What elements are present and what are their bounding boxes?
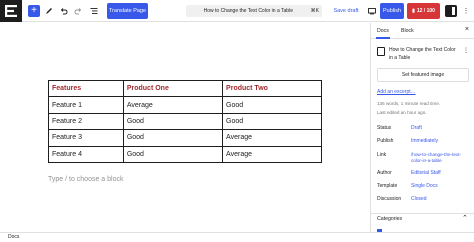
set-featured-image-button[interactable]: Set featured image (377, 68, 469, 82)
word-count-text: 136 words, 1 minute read time. (377, 101, 441, 106)
discussion-label: Discussion (377, 196, 402, 202)
command-shortcut: ⌘K (310, 8, 319, 14)
discussion-value[interactable]: Closed (411, 196, 427, 202)
author-value[interactable]: Editorial Staff (411, 170, 441, 176)
tab-docs[interactable]: Docs (376, 28, 390, 39)
table-cell[interactable]: Feature 3 (48, 129, 124, 147)
editor-footer: Docs (0, 232, 474, 242)
publish-label: Publish (377, 138, 394, 144)
add-excerpt-link[interactable]: Add an excerpt… (377, 89, 416, 95)
categories-title: Categories (377, 216, 403, 222)
undo-icon[interactable] (58, 3, 70, 19)
table-cell[interactable]: Average (222, 145, 322, 163)
block-appender-placeholder[interactable]: Type / to choose a block (48, 176, 124, 183)
table-cell[interactable]: Feature 4 (48, 145, 124, 163)
settings-sidebar-toggle[interactable] (445, 5, 457, 17)
document-title: How to Change the Text Color in a Table (203, 8, 293, 14)
redo-icon[interactable] (72, 3, 84, 19)
link-label: Link (377, 152, 387, 158)
options-menu-icon[interactable]: ⋮ (460, 3, 472, 19)
breadcrumb[interactable]: Docs (8, 234, 19, 240)
status-label: Status (377, 125, 392, 131)
content-table[interactable]: Features Product One Product Two Feature… (48, 79, 322, 163)
document-title-bar[interactable]: How to Change the Text Color in a Table … (186, 5, 322, 17)
table-row: Feature 1 Average Good (48, 96, 322, 114)
table-header-row: Features Product One Product Two (48, 79, 322, 98)
table-cell[interactable]: Feature 1 (48, 96, 124, 114)
table-cell[interactable]: Good (122, 112, 224, 131)
document-overview-icon[interactable] (88, 3, 100, 19)
post-actions-menu-icon[interactable]: ⋮ (463, 47, 469, 54)
seo-score-value: 12 / 100 (416, 8, 435, 14)
chevron-up-icon[interactable]: ⌃ (462, 214, 468, 222)
post-title: How to Change the Text Color in a Table (389, 47, 456, 61)
settings-sidebar: Docs Block × How to Change the Text Colo… (370, 23, 474, 232)
table-cell[interactable]: Average (222, 129, 322, 147)
table-cell[interactable]: Good (122, 145, 224, 163)
author-label: Author (377, 170, 392, 176)
table-cell[interactable]: Feature 2 (48, 112, 124, 131)
table-header-cell[interactable]: Product Two (222, 79, 322, 98)
table-header-cell[interactable]: Product One (122, 79, 224, 98)
sidebar-tabs: Docs Block × (371, 23, 474, 39)
table-cell[interactable]: Good (222, 112, 322, 131)
publish-button[interactable]: Publish (380, 3, 404, 19)
seo-score-badge[interactable]: ▮ 12 / 100 (407, 3, 440, 19)
table-header-cell[interactable]: Features (48, 79, 124, 98)
table-row: Feature 4 Good Average (48, 145, 322, 163)
block-inserter-button[interactable]: + (28, 5, 40, 17)
table-cell[interactable]: Average (122, 96, 224, 114)
preview-icon[interactable] (366, 3, 378, 19)
editor-toolbar: + Translate Page How to Change the Text … (0, 0, 474, 22)
template-label: Template (377, 183, 398, 189)
template-value[interactable]: Single Docs (411, 183, 438, 189)
table-cell[interactable]: Good (222, 96, 322, 114)
site-logo-icon[interactable] (0, 0, 22, 22)
last-edited-text: Last edited an hour ago. (377, 110, 427, 115)
post-document-icon (377, 47, 385, 56)
editor-canvas: Features Product One Product Two Feature… (0, 23, 370, 232)
translate-page-button[interactable]: Translate Page (107, 3, 148, 19)
table-row: Feature 2 Good Good (48, 112, 322, 131)
status-value[interactable]: Draft (411, 125, 422, 131)
score-chart-icon: ▮ (412, 8, 415, 14)
close-icon[interactable]: × (465, 26, 469, 33)
pen-tool-icon[interactable] (43, 3, 55, 19)
table-cell[interactable]: Good (122, 129, 224, 147)
publish-date-value[interactable]: Immediately (411, 138, 438, 144)
save-draft-button[interactable]: Save draft (332, 3, 360, 19)
tab-block[interactable]: Block (401, 28, 414, 34)
table-row: Feature 3 Good Average (48, 129, 322, 147)
permalink-value[interactable]: /how-to-change-the-text-color-in-a-table (411, 152, 467, 164)
